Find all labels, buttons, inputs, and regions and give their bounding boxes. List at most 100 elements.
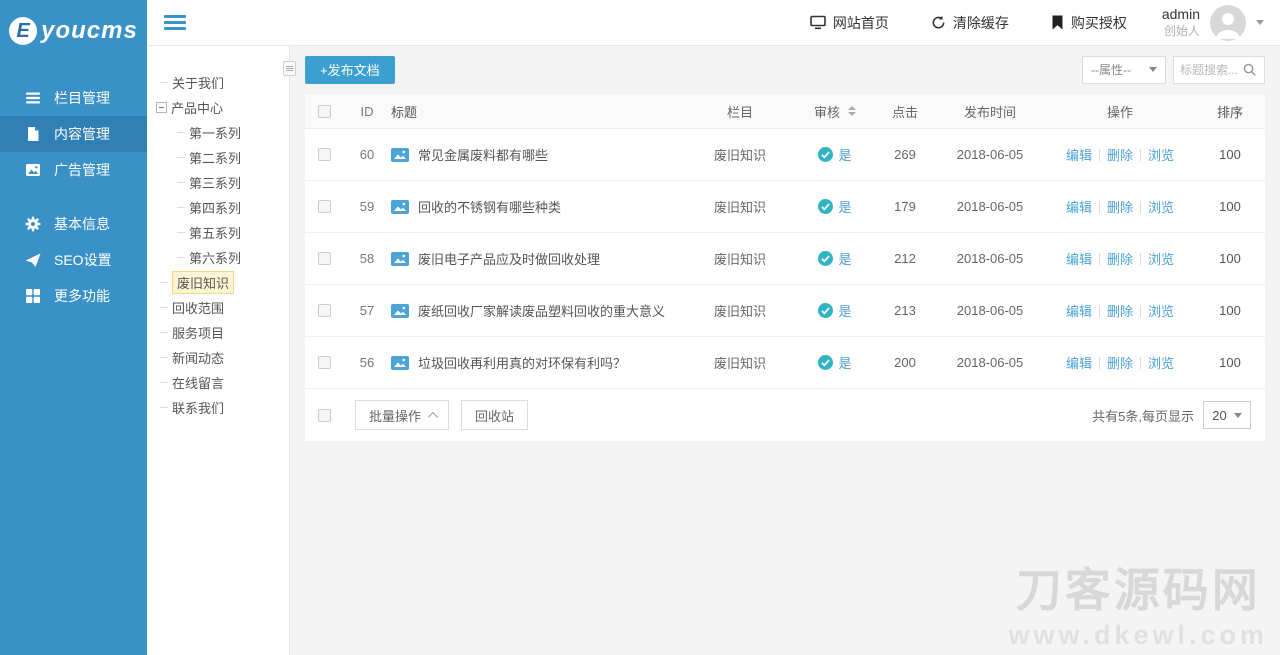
view-link[interactable]: 浏览 xyxy=(1148,353,1174,372)
view-link[interactable]: 浏览 xyxy=(1148,249,1174,268)
view-link[interactable]: 浏览 xyxy=(1148,197,1174,216)
tree-item-messages[interactable]: 在线留言 xyxy=(147,370,289,395)
row-checkbox[interactable] xyxy=(318,200,331,213)
delete-link[interactable]: 删除 xyxy=(1107,301,1133,320)
table-row: 58 废旧电子产品应及时做回收处理 废旧知识 是 212 2018-06-05 … xyxy=(305,233,1265,285)
cell-category[interactable]: 废旧知识 xyxy=(685,145,795,164)
cell-sort[interactable]: 100 xyxy=(1195,199,1265,214)
publish-document-button[interactable]: +发布文档 xyxy=(305,56,395,84)
row-checkbox[interactable] xyxy=(318,252,331,265)
sidebar-collapse-handle[interactable] xyxy=(283,61,296,76)
tree-item-label: 新闻动态 xyxy=(172,348,224,367)
cell-sort[interactable]: 100 xyxy=(1195,355,1265,370)
row-checkbox[interactable] xyxy=(318,356,331,369)
title-search-input[interactable] xyxy=(1180,63,1242,77)
edit-link[interactable]: 编辑 xyxy=(1066,249,1092,268)
cell-category[interactable]: 废旧知识 xyxy=(685,197,795,216)
delete-link[interactable]: 删除 xyxy=(1107,249,1133,268)
audit-status[interactable]: 是 xyxy=(838,145,851,164)
tree-item-series-2[interactable]: 第二系列 xyxy=(147,145,289,170)
delete-link[interactable]: 删除 xyxy=(1107,197,1133,216)
header-title: 标题 xyxy=(391,102,685,121)
document-title-link[interactable]: 常见金属废料都有哪些 xyxy=(418,145,548,164)
site-home-link[interactable]: 网站首页 xyxy=(789,0,910,45)
cell-sort[interactable]: 100 xyxy=(1195,147,1265,162)
tree-item-recycle-scope[interactable]: 回收范围 xyxy=(147,295,289,320)
tree-item-contact[interactable]: 联系我们 xyxy=(147,395,289,420)
clear-cache-link[interactable]: 清除缓存 xyxy=(910,0,1030,45)
edit-link[interactable]: 编辑 xyxy=(1066,353,1092,372)
cell-publish-time: 2018-06-05 xyxy=(935,251,1045,266)
document-title-link[interactable]: 垃圾回收再利用真的对环保有利吗？ xyxy=(418,353,626,372)
bookmark-icon xyxy=(1051,15,1064,30)
header-category: 栏目 xyxy=(685,102,795,121)
collapse-toggle-icon[interactable] xyxy=(156,102,167,113)
audit-status[interactable]: 是 xyxy=(838,353,851,372)
sidebar-item-more-features[interactable]: 更多功能 xyxy=(0,278,147,314)
document-title-link[interactable]: 回收的不锈钢有哪些种类 xyxy=(418,197,561,216)
search-icon[interactable] xyxy=(1242,62,1257,77)
buy-license-link[interactable]: 购买授权 xyxy=(1030,0,1148,45)
cell-sort[interactable]: 100 xyxy=(1195,303,1265,318)
batch-actions-button[interactable]: 批量操作 xyxy=(355,400,449,430)
view-link[interactable]: 浏览 xyxy=(1148,301,1174,320)
tree-item-series-5[interactable]: 第五系列 xyxy=(147,220,289,245)
cell-publish-time: 2018-06-05 xyxy=(935,147,1045,162)
footer-select-all-checkbox[interactable] xyxy=(318,409,331,422)
tree-item-products[interactable]: 产品中心 xyxy=(147,95,289,120)
tree-item-series-1[interactable]: 第一系列 xyxy=(147,120,289,145)
page-size-select[interactable]: 20 xyxy=(1203,401,1251,429)
app-logo[interactable]: E youcms xyxy=(0,0,147,62)
delete-link[interactable]: 删除 xyxy=(1107,353,1133,372)
header-sort: 排序 xyxy=(1195,102,1265,121)
sidebar-item-basic-info[interactable]: 基本信息 xyxy=(0,206,147,242)
sidebar-item-seo-settings[interactable]: SEO设置 xyxy=(0,242,147,278)
audit-status[interactable]: 是 xyxy=(838,301,851,320)
recycle-bin-button[interactable]: 回收站 xyxy=(461,400,528,430)
cell-category[interactable]: 废旧知识 xyxy=(685,353,795,372)
edit-link[interactable]: 编辑 xyxy=(1066,145,1092,164)
tree-item-label: 第六系列 xyxy=(189,248,241,267)
thumbnail-icon xyxy=(391,356,409,370)
cell-id: 58 xyxy=(343,251,391,266)
edit-link[interactable]: 编辑 xyxy=(1066,197,1092,216)
audit-status[interactable]: 是 xyxy=(838,249,851,268)
cell-clicks: 179 xyxy=(875,199,935,214)
cell-sort[interactable]: 100 xyxy=(1195,251,1265,266)
sidebar-menu: 栏目管理 内容管理 广告管理 基本信息 SEO设置 更多功能 xyxy=(0,80,147,314)
tree-item-series-3[interactable]: 第三系列 xyxy=(147,170,289,195)
edit-link[interactable]: 编辑 xyxy=(1066,301,1092,320)
tree-item-services[interactable]: 服务项目 xyxy=(147,320,289,345)
tree-item-series-6[interactable]: 第六系列 xyxy=(147,245,289,270)
pagination-summary: 共有5条,每页显示 xyxy=(1092,406,1194,425)
row-checkbox[interactable] xyxy=(318,148,331,161)
document-title-link[interactable]: 废旧电子产品应及时做回收处理 xyxy=(418,249,600,268)
document-title-link[interactable]: 废纸回收厂家解读废品塑料回收的重大意义 xyxy=(418,301,665,320)
header-audit[interactable]: 审核 xyxy=(795,102,875,121)
tree-item-waste-knowledge[interactable]: 废旧知识 xyxy=(147,270,289,295)
cell-category[interactable]: 废旧知识 xyxy=(685,249,795,268)
row-checkbox[interactable] xyxy=(318,304,331,317)
sidebar-item-column-manage[interactable]: 栏目管理 xyxy=(0,80,147,116)
cell-category[interactable]: 废旧知识 xyxy=(685,301,795,320)
avatar[interactable] xyxy=(1210,5,1246,41)
sidebar-item-content-manage[interactable]: 内容管理 xyxy=(0,116,147,152)
tree-item-label: 回收范围 xyxy=(172,298,224,317)
select-all-checkbox[interactable] xyxy=(318,105,331,118)
audit-status[interactable]: 是 xyxy=(838,197,851,216)
tree-item-news[interactable]: 新闻动态 xyxy=(147,345,289,370)
view-link[interactable]: 浏览 xyxy=(1148,145,1174,164)
hamburger-menu-icon[interactable] xyxy=(164,12,186,33)
user-info[interactable]: admin 创始人 xyxy=(1162,6,1200,39)
tree-item-about[interactable]: 关于我们 xyxy=(147,70,289,95)
menu-group-gap xyxy=(0,188,147,206)
thumbnail-icon xyxy=(391,304,409,318)
tree-item-series-4[interactable]: 第四系列 xyxy=(147,195,289,220)
delete-link[interactable]: 删除 xyxy=(1107,145,1133,164)
sidebar-item-ad-manage[interactable]: 广告管理 xyxy=(0,152,147,188)
user-silhouette-icon xyxy=(1210,5,1246,41)
chevron-down-icon[interactable] xyxy=(1256,20,1264,25)
tree-item-label: 第三系列 xyxy=(189,173,241,192)
property-filter-select[interactable]: --属性-- xyxy=(1082,56,1166,84)
sort-icon[interactable] xyxy=(848,106,856,116)
